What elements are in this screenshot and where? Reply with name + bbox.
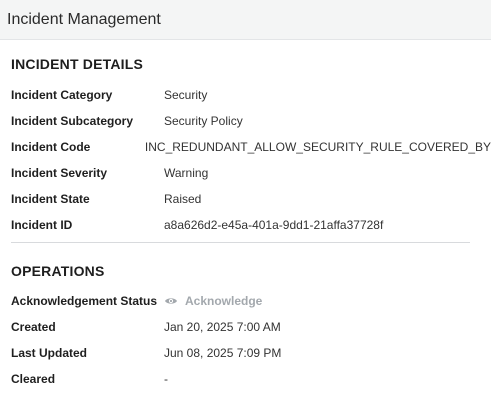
- last-updated-row: Last Updated Jun 08, 2025 7:09 PM: [11, 340, 491, 366]
- incident-details-section: INCIDENT DETAILS Incident Category Secur…: [0, 40, 491, 238]
- incident-code-row: Incident Code INC_REDUNDANT_ALLOW_SECURI…: [11, 134, 491, 160]
- cleared-value: -: [164, 372, 168, 386]
- incident-severity-label: Incident Severity: [11, 166, 108, 180]
- operations-title: OPERATIONS: [11, 263, 105, 279]
- cleared-row: Cleared -: [11, 366, 491, 392]
- incident-severity-value: Warning: [164, 166, 209, 180]
- page-header: Incident Management: [0, 0, 491, 40]
- eye-icon: [164, 296, 178, 306]
- incident-subcategory-value: Security Policy: [164, 114, 243, 128]
- last-updated-value: Jun 08, 2025 7:09 PM: [164, 346, 282, 360]
- incident-category-value: Security: [164, 88, 208, 102]
- created-label: Created: [11, 320, 56, 334]
- incident-category-row: Incident Category Security: [11, 82, 491, 108]
- incident-subcategory-row: Incident Subcategory Security Policy: [11, 108, 491, 134]
- created-row: Created Jan 20, 2025 7:00 AM: [11, 314, 491, 340]
- page-title: Incident Management: [7, 10, 161, 28]
- cleared-label: Cleared: [11, 372, 56, 386]
- incident-state-row: Incident State Raised: [11, 186, 491, 212]
- incident-code-label: Incident Code: [11, 140, 91, 154]
- incident-subcategory-label: Incident Subcategory: [11, 114, 134, 128]
- incident-state-value: Raised: [164, 192, 202, 206]
- incident-details-title: INCIDENT DETAILS: [11, 56, 144, 72]
- incident-id-label: Incident ID: [11, 218, 73, 232]
- last-updated-label: Last Updated: [11, 346, 88, 360]
- created-value: Jan 20, 2025 7:00 AM: [164, 320, 281, 334]
- incident-category-label: Incident Category: [11, 88, 113, 102]
- incident-code-value: INC_REDUNDANT_ALLOW_SECURITY_RULE_COVERE…: [144, 140, 491, 154]
- incident-severity-row: Incident Severity Warning: [11, 160, 491, 186]
- incident-id-row: Incident ID a8a626d2-e45a-401a-9dd1-21af…: [11, 212, 491, 238]
- incident-id-value: a8a626d2-e45a-401a-9dd1-21affa37728f: [164, 218, 384, 232]
- incident-state-label: Incident State: [11, 192, 90, 206]
- acknowledgement-status-row: Acknowledgement Status Acknowledge: [11, 288, 491, 314]
- acknowledge-label: Acknowledge: [185, 294, 263, 308]
- acknowledge-button[interactable]: Acknowledge: [164, 294, 262, 308]
- operations-section: OPERATIONS Acknowledgement Status Acknow…: [0, 243, 491, 392]
- acknowledgement-status-label: Acknowledgement Status: [11, 294, 158, 308]
